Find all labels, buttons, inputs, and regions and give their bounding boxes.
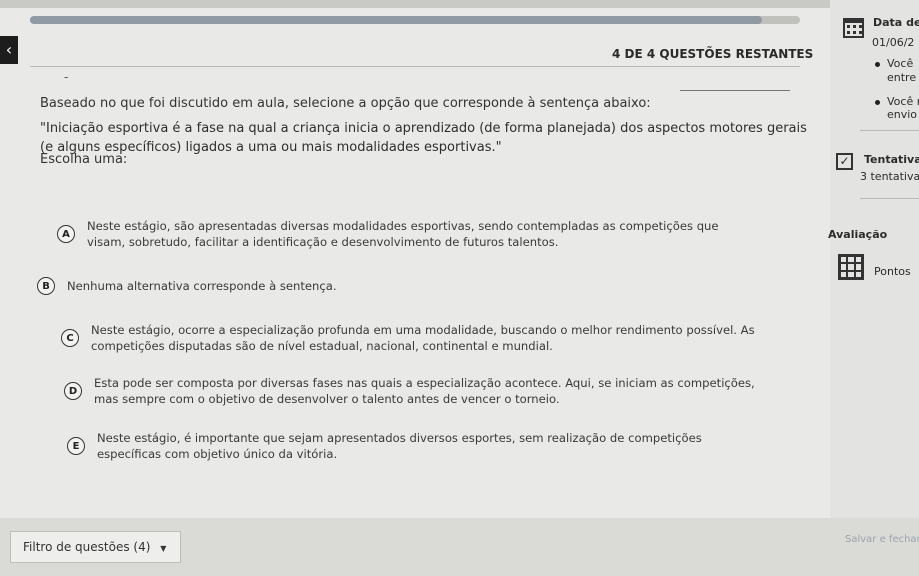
option-letter: C <box>61 329 79 347</box>
filter-label: Filtro de questões (4) <box>23 540 151 554</box>
option-text: Neste estágio, são apresentadas diversas… <box>87 219 719 249</box>
attempts-value: 3 tentativa <box>860 170 919 183</box>
questions-remaining: 4 DE 4 QUESTÕES RESTANTES <box>612 47 814 61</box>
points-label: Pontos <box>874 265 911 278</box>
question-statement: "Iniciação esportiva é a fase na qual a … <box>40 121 807 155</box>
sidebar-note-1b: entre <box>887 71 917 84</box>
chevron-down-icon: ▼ <box>160 544 167 553</box>
header-dash: - <box>64 70 69 84</box>
option-text: Neste estágio, é importante que sejam ap… <box>97 431 702 461</box>
short-divider <box>680 90 790 91</box>
evaluation-heading: Avaliação <box>828 228 888 241</box>
question-filter-dropdown[interactable]: Filtro de questões (4) ▼ <box>10 531 181 563</box>
save-and-close-button[interactable]: Salvar e fechar <box>845 534 919 545</box>
sidebar-note-2b: envio <box>887 108 918 121</box>
question-prompt: Baseado no que foi discutido em aula, se… <box>40 96 651 111</box>
option-text: Neste estágio, ocorre a especialização p… <box>91 323 755 353</box>
sidebar-divider <box>860 130 919 131</box>
bullet-icon <box>875 100 880 105</box>
option-letter: B <box>37 277 55 295</box>
sidebar-note-2: Você r <box>887 95 919 108</box>
sidebar-note-1: Você <box>887 57 914 70</box>
header-divider <box>30 66 800 67</box>
option-text: Esta pode ser composta por diversas fase… <box>94 376 755 406</box>
progress-bar <box>30 16 800 24</box>
option-letter: E <box>67 437 85 455</box>
progress-bar-fill <box>30 16 762 24</box>
attempts-label: Tentativa <box>864 153 919 166</box>
sidebar-divider <box>860 198 919 199</box>
choose-label: Escolha uma: <box>40 152 128 167</box>
option-letter: A <box>57 225 75 243</box>
option-text: Nenhuma alternativa corresponde à senten… <box>67 279 337 293</box>
due-date-value: 01/06/2 <box>872 36 915 49</box>
checkbox-icon: ✓ <box>836 153 853 170</box>
option-c[interactable]: C Neste estágio, ocorre a especialização… <box>61 322 781 354</box>
option-d[interactable]: D Esta pode ser composta por diversas fa… <box>64 375 764 407</box>
chevron-left-icon[interactable]: ‹ <box>0 36 18 64</box>
bullet-icon <box>875 62 880 67</box>
option-letter: D <box>64 382 82 400</box>
option-b[interactable]: B Nenhuma alternativa corresponde à sent… <box>37 277 737 295</box>
option-e[interactable]: E Neste estágio, é importante que sejam … <box>67 430 717 462</box>
option-a[interactable]: A Neste estágio, são apresentadas divers… <box>57 218 757 250</box>
calendar-icon <box>843 18 864 38</box>
grid-icon <box>838 254 864 280</box>
due-date-label: Data de <box>873 16 919 29</box>
